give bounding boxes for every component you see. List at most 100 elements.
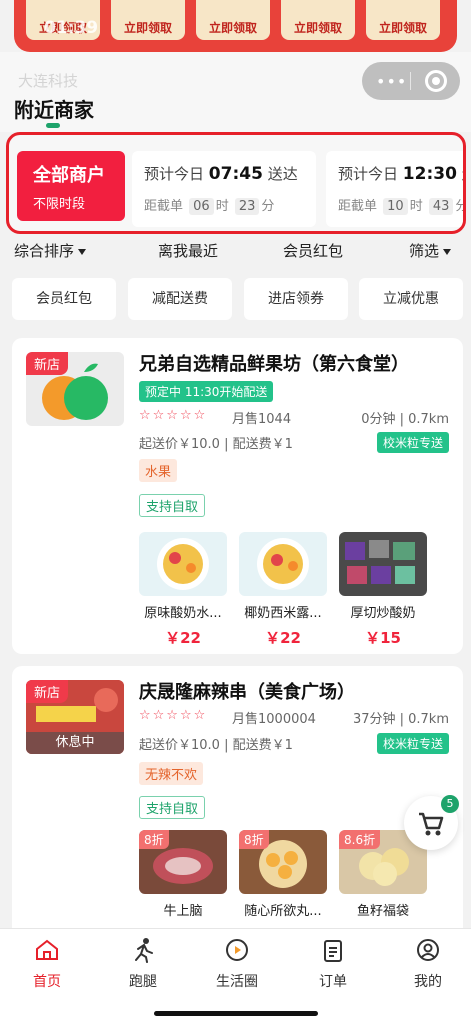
coupon-card[interactable]: 立即领取: [196, 0, 270, 40]
sort-comprehensive-dropdown[interactable]: 综合排序: [14, 240, 87, 261]
tab-errands[interactable]: 跑腿: [113, 937, 173, 991]
sort-nearest-label: 离我最近: [158, 242, 219, 260]
claim-label: 立即领取: [378, 21, 427, 35]
delivery-badge: 校米粒专送: [376, 432, 449, 453]
slot-suffix: 送达: [462, 165, 463, 183]
clipboard-icon: [324, 940, 342, 962]
chip-member-red[interactable]: 会员红包: [12, 278, 116, 320]
slot-all-merchants[interactable]: 全部商户 不限时段: [17, 151, 125, 221]
sort-comprehensive-label: 综合排序: [14, 242, 75, 260]
chip-instant-discount[interactable]: 立减优惠: [359, 278, 463, 320]
cutoff-label: 距截单: [144, 199, 184, 214]
category-tag: 无辣不欢: [139, 762, 204, 785]
slot-time: 12:30: [402, 164, 457, 184]
new-store-tag: 新店: [26, 680, 69, 703]
filter-label: 筛选: [409, 242, 440, 260]
product-item[interactable]: 8折 随心所欲丸...: [239, 830, 327, 919]
tab-label: 跑腿: [129, 974, 157, 990]
claim-label: 立即领取: [208, 21, 257, 35]
product-name: 椰奶西米露...: [244, 606, 322, 621]
capsule-divider: [410, 72, 411, 90]
minute-unit: 分: [455, 199, 463, 214]
resting-overlay: 休息中: [26, 732, 124, 754]
fried-yogurt-icon: [345, 540, 415, 584]
hour-unit: 时: [215, 199, 229, 214]
coupon-strip: 立即领取 立即领取 立即领取 立即领取 立即领取 01:39: [14, 0, 457, 52]
status-time: 01:39: [44, 18, 99, 38]
store-card[interactable]: 新店 兄弟自选精品鲜果坊（第六食堂） 预定中 11:30开始配送 ☆☆☆☆☆ 月…: [12, 338, 463, 654]
sort-member-red-label: 会员红包: [283, 242, 344, 260]
slot-all-subtitle: 不限时段: [33, 197, 86, 212]
discount-badge: 8折: [139, 830, 169, 849]
chip-store-coupon[interactable]: 进店领券: [244, 278, 348, 320]
miniapp-capsule: •••: [362, 62, 460, 100]
product-price: ￥15: [365, 629, 401, 647]
monthly-sales: 月售1000004: [232, 712, 316, 727]
coconut-sago-icon: [257, 538, 309, 590]
product-price: ￥22: [165, 629, 201, 647]
tab-label: 订单: [319, 974, 347, 990]
preorder-badge: 预定中 11:30开始配送: [139, 381, 274, 402]
product-image: 8折: [239, 830, 327, 894]
tab-label: 首页: [33, 974, 61, 990]
product-item[interactable]: 椰奶西米露... ￥22: [239, 532, 327, 648]
rating-stars: ☆☆☆☆☆: [139, 708, 208, 723]
hour-unit: 时: [409, 199, 423, 214]
tab-profile[interactable]: 我的: [398, 937, 458, 991]
delivery-time-selector: 全部商户 不限时段 预计今日 07:45 送达 距截单 06 时 23 分 预计今日…: [6, 132, 466, 234]
title-underline: [46, 123, 60, 128]
product-name: 厚切炒酸奶: [350, 606, 416, 621]
chip-delivery-discount[interactable]: 减配送费: [128, 278, 232, 320]
cutoff-hours: 10: [383, 198, 408, 215]
product-item[interactable]: 8折 牛上脑: [139, 830, 227, 919]
rating-stars: ☆☆☆☆☆: [139, 408, 208, 423]
product-image: [239, 532, 327, 596]
user-icon: [417, 939, 439, 961]
claim-label: 立即领取: [293, 21, 342, 35]
discount-badge: 8折: [239, 830, 269, 849]
coupon-card[interactable]: 立即领取: [111, 0, 185, 40]
time-slot[interactable]: 预计今日 07:45 送达 距截单 06 时 23 分: [132, 151, 316, 227]
filter-dropdown[interactable]: 筛选: [409, 240, 452, 261]
tab-label: 生活圈: [216, 974, 258, 990]
product-image: [339, 532, 427, 596]
product-price: ￥22: [265, 629, 301, 647]
time-slot[interactable]: 预计今日 12:30 送达 距截单 10时 43分: [326, 151, 463, 227]
product-name: 原味酸奶水...: [144, 606, 222, 621]
caret-down-icon: [443, 248, 452, 255]
more-icon[interactable]: •••: [376, 72, 407, 91]
product-name: 随心所欲丸...: [244, 904, 322, 919]
slot-time: 07:45: [208, 164, 263, 184]
company-name: 大连科技: [18, 72, 79, 90]
fees-info: 起送价￥10.0 | 配送费￥1: [139, 738, 293, 753]
store-name: 兄弟自选精品鲜果坊（第六食堂）: [139, 354, 409, 375]
page-title: 附近商家: [14, 98, 94, 122]
pickup-tag: 支持自取: [139, 796, 206, 819]
coupon-card[interactable]: 立即领取: [281, 0, 355, 40]
pickup-tag: 支持自取: [139, 494, 206, 517]
store-card[interactable]: 新店 休息中 庆晟隆麻辣串（美食广场） ☆☆☆☆☆ 月售1000004 37分钟…: [12, 666, 463, 946]
slot-all-title: 全部商户: [33, 165, 105, 186]
claim-label: 立即领取: [123, 21, 172, 35]
caret-down-icon: [78, 248, 87, 255]
product-item[interactable]: 厚切炒酸奶 ￥15: [339, 532, 427, 648]
product-image: [139, 532, 227, 596]
product-item[interactable]: 原味酸奶水... ￥22: [139, 532, 227, 648]
yogurt-bowl-icon: [157, 538, 209, 590]
delivery-badge: 校米粒专送: [376, 733, 449, 754]
tab-orders[interactable]: 订单: [303, 937, 363, 991]
sort-member-red[interactable]: 会员红包: [283, 240, 343, 261]
new-store-tag: 新店: [26, 352, 69, 375]
sort-nearest[interactable]: 离我最近: [158, 240, 218, 261]
sort-bar: 综合排序 离我最近 会员红包 筛选: [0, 240, 471, 266]
cutoff-hours: 06: [189, 198, 214, 215]
distance-time: 0分钟 | 0.7km: [361, 412, 449, 427]
slot-prefix: 预计今日: [144, 165, 205, 183]
tab-life-circle[interactable]: 生活圈: [207, 937, 267, 991]
close-miniapp-icon[interactable]: [425, 70, 447, 92]
cutoff-minutes: 43: [428, 198, 454, 215]
product-name: 鱼籽福袋: [356, 904, 409, 919]
coupon-card[interactable]: 立即领取: [366, 0, 440, 40]
slot-suffix: 送达: [267, 165, 298, 183]
tab-home[interactable]: 首页: [17, 937, 77, 991]
